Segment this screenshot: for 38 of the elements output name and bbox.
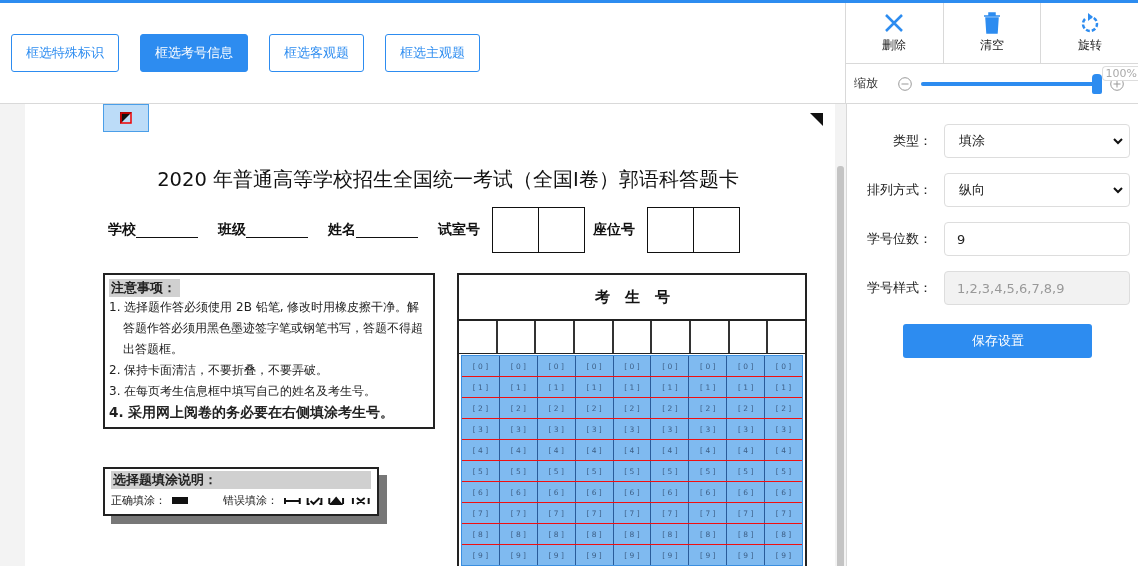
field-label: 学号样式： [866, 279, 932, 297]
info-label: 学校 [108, 221, 136, 239]
zoom-label: 缩放 [854, 75, 878, 92]
zoom-out-icon[interactable] [898, 76, 912, 91]
info-label: 姓名 [328, 221, 356, 239]
sheet-title: 2020 年普通高等学校招生全国统一考试（全国I卷）郭语科答题卡 [156, 167, 740, 193]
toolbar-button[interactable]: 框选主观题 [385, 34, 480, 72]
chevron-down-icon [1113, 186, 1123, 194]
close-icon [883, 12, 906, 34]
note-text: 1. 选择题作答必须使用 2B 铅笔, 修改时用橡皮擦干净。解答题作答必须用黑色墨迹签字笔或钢笔书写，答题不得超出答题框。 [109, 299, 425, 358]
corner-mark-icon [120, 112, 132, 124]
field-label: 类型： [892, 132, 932, 150]
chevron-down-icon [1113, 137, 1123, 145]
guide-text: 错误填涂： [223, 493, 279, 508]
info-label: 座位号 [593, 221, 635, 239]
toolbar-button[interactable]: 框选特殊标识 [11, 34, 119, 72]
notes-title: 注意事项： [109, 279, 180, 297]
guide-title: 选择题填涂说明： [111, 471, 371, 489]
zoom-reading: 100% [1101, 66, 1138, 81]
input-field[interactable]: 9 [944, 222, 1130, 256]
slider-thumb[interactable] [1092, 73, 1103, 94]
guide-text: 正确填涂： [111, 493, 166, 508]
selection-box[interactable] [103, 104, 149, 132]
info-label: 试室号 [438, 221, 480, 239]
scrollbar[interactable] [837, 166, 844, 566]
note-text: 4. 采用网上阅卷的务必要在右侧填涂考生号。 [109, 403, 396, 422]
field-label: 排列方式： [866, 181, 932, 199]
toolbar-button[interactable]: 框选客观题 [269, 34, 364, 72]
info-label: 班级 [218, 221, 246, 239]
note-text: 2. 保持卡面清洁，不要折叠，不要弄破。 [109, 362, 330, 379]
select-field[interactable]: 纵向 [944, 173, 1130, 207]
field-label: 学号位数： [866, 230, 932, 248]
select-field[interactable]: 填涂 [944, 124, 1130, 158]
corner-mark-icon [810, 113, 823, 126]
trash-icon [983, 12, 1001, 34]
note-text: 3. 在每页考生信息框中填写自己的姓名及考生号。 [109, 383, 378, 400]
grid-header: 考 生 号 [459, 275, 805, 321]
filled-mark-icon [172, 497, 188, 504]
